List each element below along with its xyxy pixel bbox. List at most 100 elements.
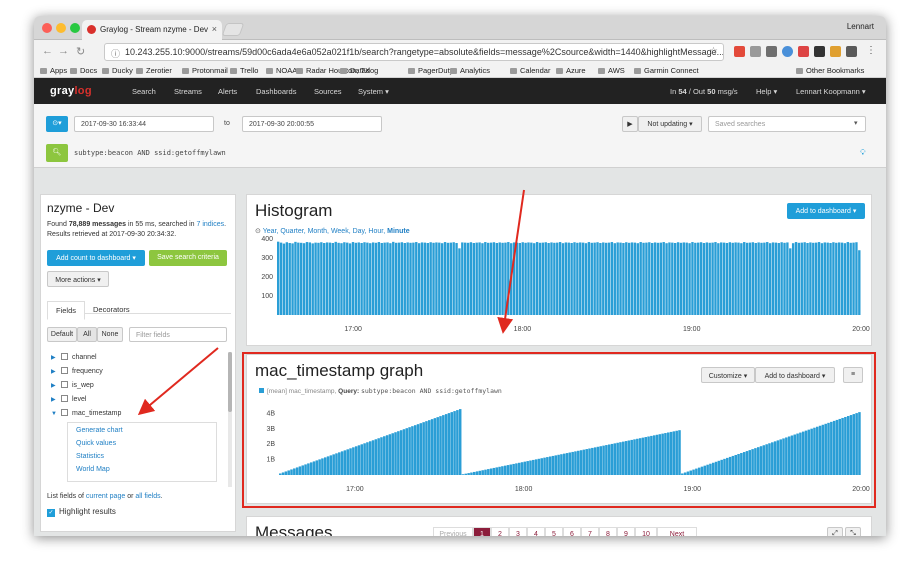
nav-sources[interactable]: Sources	[314, 87, 342, 96]
field-checkbox[interactable]	[61, 381, 68, 388]
page-button-10[interactable]: 10	[635, 527, 657, 536]
page-button-3[interactable]: 3	[509, 527, 527, 536]
checkbox-checked-icon[interactable]: ✓	[47, 509, 55, 517]
more-actions-button[interactable]: More actions ▾	[47, 271, 109, 287]
nav-search[interactable]: Search	[132, 87, 156, 96]
extension-icon[interactable]	[814, 46, 825, 57]
reload-icon[interactable]: ↻	[76, 45, 85, 58]
tab-decorators[interactable]: Decorators	[85, 301, 138, 318]
bookmark-pagerduty[interactable]: PagerDuty	[408, 66, 453, 75]
nav-system[interactable]: System ▾	[358, 87, 389, 96]
extension-icon[interactable]	[766, 46, 777, 57]
close-tab-icon[interactable]: ×	[212, 24, 217, 34]
play-icon[interactable]: ▶	[622, 116, 638, 132]
collapse-icon[interactable]: ▼	[51, 411, 59, 417]
expand-icon[interactable]: ▶	[51, 368, 59, 375]
search-button[interactable]: 🔍︎	[46, 144, 68, 162]
bookmark-noaa[interactable]: NOAA	[266, 66, 297, 75]
resolution-day[interactable]: Day,	[353, 228, 369, 235]
resolution-week[interactable]: Week,	[331, 228, 353, 235]
page-button-8[interactable]: 8	[599, 527, 617, 536]
url-input[interactable]: ⓘ 10.243.255.10:9000/streams/59d00c6ada4…	[104, 43, 724, 61]
nav-dashboards[interactable]: Dashboards	[256, 87, 296, 96]
collapse-icon[interactable]: ⤡	[845, 527, 861, 536]
expand-icon[interactable]: ⤢	[827, 527, 843, 536]
bookmark-ducky[interactable]: Ducky	[102, 66, 133, 75]
bookmark-azure[interactable]: Azure	[556, 66, 586, 75]
bookmark-zerotier[interactable]: Zerotier	[136, 66, 172, 75]
resolution-hour[interactable]: Hour,	[368, 228, 387, 235]
generate-chart-link[interactable]: Generate chart	[76, 427, 216, 436]
bookmark-protonmail[interactable]: Protonmail	[182, 66, 228, 75]
profile-name[interactable]: Lennart	[847, 22, 874, 31]
page-button-6[interactable]: 6	[563, 527, 581, 536]
histogram-add-to-dashboard-button[interactable]: Add to dashboard ▾	[787, 203, 865, 219]
fields-scrollbar[interactable]	[228, 352, 232, 487]
filter-all-button[interactable]: All	[77, 327, 97, 342]
bookmark-other-bookmarks[interactable]: Other Bookmarks	[796, 66, 864, 75]
field-row[interactable]: ▶ frequency	[51, 367, 103, 375]
highlight-results-option[interactable]: ✓ Highlight results	[47, 507, 116, 517]
page-button-1[interactable]: 1	[473, 527, 491, 536]
field-checkbox[interactable]	[61, 395, 68, 402]
close-window-icon[interactable]	[42, 23, 52, 33]
nav-help[interactable]: Help ▾	[756, 87, 777, 96]
extension-icon[interactable]	[750, 46, 761, 57]
extension-icon[interactable]	[830, 46, 841, 57]
forward-icon[interactable]: →	[58, 45, 69, 57]
minimize-window-icon[interactable]	[56, 23, 66, 33]
resolution-year[interactable]: Year,	[263, 228, 281, 235]
page-button-7[interactable]: 7	[581, 527, 599, 536]
extension-icon[interactable]	[782, 46, 793, 57]
bookmark-datadog[interactable]: Datadog	[340, 66, 378, 75]
back-icon[interactable]: ←	[42, 45, 53, 57]
page-button-5[interactable]: 5	[545, 527, 563, 536]
extension-icon[interactable]	[798, 46, 809, 57]
opera-extension-icon[interactable]	[734, 46, 745, 57]
bookmark-apps[interactable]: Apps	[40, 66, 67, 75]
add-count-to-dashboard-button[interactable]: Add count to dashboard ▾	[47, 250, 145, 266]
page-button-2[interactable]: 2	[491, 527, 509, 536]
indices-link[interactable]: 7 indices	[196, 221, 224, 228]
expand-icon[interactable]: ▶	[51, 382, 59, 389]
field-row[interactable]: ▶ level	[51, 395, 86, 403]
field-checkbox[interactable]	[61, 353, 68, 360]
field-row[interactable]: ▶ is_wep	[51, 381, 94, 389]
save-search-criteria-button[interactable]: Save search criteria	[149, 250, 227, 266]
bookmark-analytics[interactable]: Analytics	[450, 66, 490, 75]
resolution-month[interactable]: Month,	[308, 228, 331, 235]
world-map-link[interactable]: World Map	[76, 466, 216, 475]
current-page-link[interactable]: current page	[86, 493, 125, 500]
saved-searches-select[interactable]: Saved searches	[708, 116, 866, 132]
browser-menu-icon[interactable]: ⋮	[866, 45, 876, 56]
info-icon[interactable]: ⓘ	[111, 47, 120, 60]
bookmark-aws[interactable]: AWS	[598, 66, 625, 75]
query-input[interactable]: subtype:beacon AND ssid:getoffmylawn	[74, 144, 874, 162]
bookmark-trello[interactable]: Trello	[230, 66, 258, 75]
nav-streams[interactable]: Streams	[174, 87, 202, 96]
to-date-input[interactable]: 2017-09-30 20:00:55	[242, 116, 382, 132]
bookmark-calendar[interactable]: Calendar	[510, 66, 550, 75]
lightbulb-icon[interactable]: 💡︎	[860, 148, 866, 158]
bookmark-star-icon[interactable]: ☆	[709, 46, 718, 57]
field-checkbox[interactable]	[61, 367, 68, 374]
expand-icon[interactable]: ▶	[51, 354, 59, 361]
filter-none-button[interactable]: None	[97, 327, 123, 342]
refresh-interval-dropdown[interactable]: Not updating ▾	[638, 116, 702, 132]
bookmark-garmin-connect[interactable]: Garmin Connect	[634, 66, 699, 75]
nav-alerts[interactable]: Alerts	[218, 87, 237, 96]
field-checkbox[interactable]	[61, 409, 68, 416]
filter-default-button[interactable]: Default	[47, 327, 77, 342]
filter-fields-input[interactable]: Filter fields	[129, 327, 227, 342]
page-button-previous[interactable]: Previous	[433, 527, 473, 536]
from-date-input[interactable]: 2017-09-30 16:33:44	[74, 116, 214, 132]
tab-fields[interactable]: Fields	[47, 301, 86, 320]
page-button-9[interactable]: 9	[617, 527, 635, 536]
graylog-logo[interactable]: graylog	[50, 85, 92, 97]
extension-icon[interactable]	[846, 46, 857, 57]
scrollbar-thumb[interactable]	[228, 352, 232, 412]
maximize-window-icon[interactable]	[70, 23, 80, 33]
nav-user-menu[interactable]: Lennart Koopmann ▾	[796, 87, 866, 96]
expand-icon[interactable]: ▶	[51, 396, 59, 403]
field-row[interactable]: ▶ channel	[51, 353, 97, 361]
